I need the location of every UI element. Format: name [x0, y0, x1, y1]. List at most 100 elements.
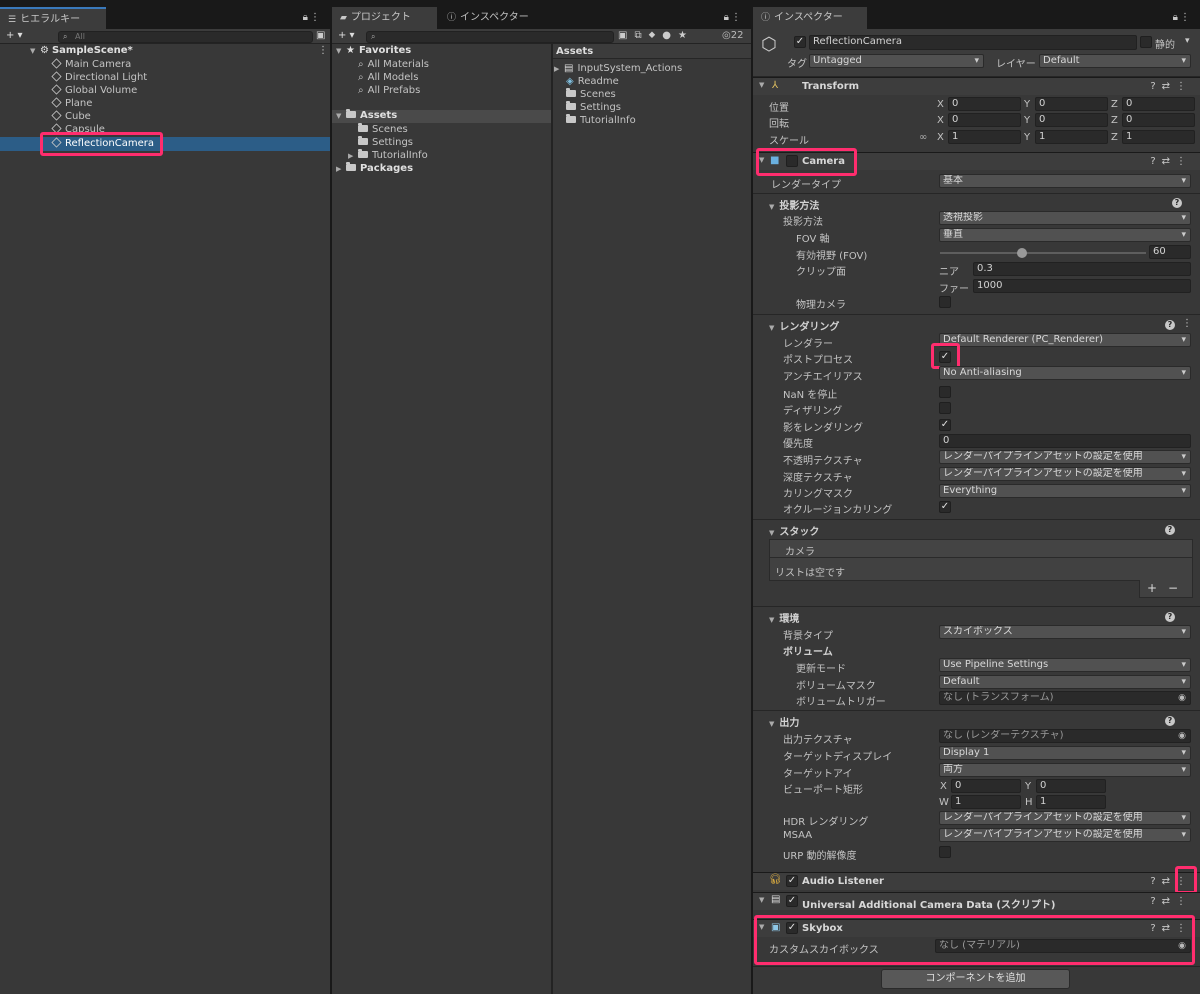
output-texture-field[interactable]: なし (レンダーテクスチャ) [939, 729, 1191, 743]
project-toolbar-icons[interactable]: ▣⧉⬥●★ [618, 30, 694, 41]
hidden-packages-count[interactable]: ◎22 [722, 30, 743, 41]
additional-camera-data-header[interactable]: ▼ ▤ ✓ Universal Additional Camera Data (… [753, 892, 1200, 911]
content-item-settings[interactable]: Settings [566, 101, 621, 113]
dynamic-resolution-checkbox[interactable] [939, 846, 951, 858]
stop-nan-checkbox[interactable] [939, 386, 951, 398]
opaque-texture-dropdown[interactable]: レンダーパイプラインアセットの設定を使用 [939, 450, 1191, 464]
position-z-field[interactable]: 0 [1122, 97, 1195, 111]
rotation-x-field[interactable]: 0 [948, 113, 1021, 127]
stack-section-header[interactable]: ▼ スタック [769, 523, 819, 538]
far-field[interactable]: 1000 [973, 279, 1191, 293]
help-icon[interactable]: ? [1165, 612, 1175, 622]
help-icon[interactable]: ? [1165, 320, 1175, 330]
viewport-x-field[interactable]: 0 [951, 779, 1021, 793]
content-item-scenes[interactable]: Scenes [566, 88, 616, 100]
rendering-section-header[interactable]: ▼ レンダリング [769, 318, 839, 333]
help-icon[interactable]: ? [1172, 198, 1182, 208]
tag-dropdown[interactable]: Untagged [809, 54, 984, 68]
audio-listener-header[interactable]: 🎧︎ ✓ Audio Listener ?⇄⋮ [753, 872, 1200, 890]
add-asset-button[interactable]: + ▾ [338, 30, 355, 41]
tree-favorite-item[interactable]: ⌕ All Models [358, 72, 418, 83]
viewport-w-field[interactable]: 1 [951, 795, 1021, 809]
hierarchy-item-global-volume[interactable]: Global Volume [51, 84, 137, 96]
lock-and-menu-icon[interactable]: 🔒︎⋮ [1173, 12, 1192, 23]
volume-mask-dropdown[interactable]: Default [939, 675, 1191, 689]
foldout-arrow-icon[interactable]: ▼ [759, 81, 764, 89]
priority-field[interactable]: 0 [939, 434, 1191, 448]
projection-dropdown[interactable]: 透視投影 [939, 211, 1191, 225]
stack-add-button[interactable]: + [1147, 581, 1157, 595]
tab-project[interactable]: ▰ プロジェクト [332, 7, 437, 29]
collapse-arrow-icon[interactable]: ▶ [348, 152, 358, 160]
expand-arrow-icon[interactable]: ▼ [30, 47, 40, 55]
scene-menu-icon[interactable]: ⋮ [318, 45, 328, 56]
static-checkbox[interactable] [1140, 36, 1152, 48]
tab-inspector-secondary[interactable]: ⓘ インスペクター [439, 7, 537, 29]
project-search-input[interactable]: ⌕ [366, 31, 614, 43]
tree-favorite-item[interactable]: ⌕ All Prefabs [358, 85, 420, 96]
add-button[interactable]: + ▾ [6, 30, 23, 41]
tree-assets[interactable]: ▼ Assets [336, 109, 397, 121]
tree-favorite-item[interactable]: ⌕ All Materials [358, 59, 429, 70]
content-breadcrumb[interactable]: Assets [556, 46, 593, 57]
fov-axis-dropdown[interactable]: 垂直 [939, 228, 1191, 242]
add-component-button[interactable]: コンポーネントを追加 [881, 969, 1070, 989]
background-type-dropdown[interactable]: スカイボックス [939, 625, 1191, 639]
hierarchy-item-directional-light[interactable]: Directional Light [51, 71, 147, 83]
content-item-readme[interactable]: ◈ Readme [566, 76, 619, 87]
link-icon[interactable]: ∞ [919, 132, 927, 143]
fov-slider-handle[interactable] [1017, 248, 1028, 258]
environment-section-header[interactable]: ▼ 環境 [769, 610, 799, 625]
depth-texture-dropdown[interactable]: レンダーパイプラインアセットの設定を使用 [939, 467, 1191, 481]
audio-listener-enabled-checkbox[interactable]: ✓ [786, 875, 798, 887]
foldout-arrow-icon[interactable]: ▼ [769, 529, 774, 537]
help-icon[interactable]: ? [1165, 716, 1175, 726]
help-icon[interactable]: ? [1165, 525, 1175, 535]
scale-y-field[interactable]: 1 [1035, 130, 1108, 144]
renderer-dropdown[interactable]: Default Renderer (PC_Renderer) [939, 333, 1191, 347]
tree-folder-settings[interactable]: Settings [358, 136, 413, 148]
gameobject-name-field[interactable]: ReflectionCamera [809, 35, 1137, 50]
content-item-tutorialinfo[interactable]: TutorialInfo [566, 114, 636, 126]
position-x-field[interactable]: 0 [948, 97, 1021, 111]
dithering-checkbox[interactable] [939, 402, 951, 414]
occlusion-culling-checkbox[interactable]: ✓ [939, 501, 951, 513]
hierarchy-item-plane[interactable]: Plane [51, 97, 92, 109]
msaa-dropdown[interactable]: レンダーパイプラインアセットの設定を使用 [939, 828, 1191, 842]
rotation-z-field[interactable]: 0 [1122, 113, 1195, 127]
rotation-y-field[interactable]: 0 [1035, 113, 1108, 127]
foldout-arrow-icon[interactable]: ▼ [769, 616, 774, 624]
search-options-icon[interactable]: ▣ [316, 30, 325, 41]
near-field[interactable]: 0.3 [973, 262, 1191, 276]
additional-data-enabled-checkbox[interactable]: ✓ [786, 895, 798, 907]
tree-packages[interactable]: ▶ Packages [336, 162, 413, 174]
hierarchy-item-cube[interactable]: Cube [51, 110, 91, 122]
scale-x-field[interactable]: 1 [948, 130, 1021, 144]
expand-arrow-icon[interactable]: ▼ [336, 112, 346, 120]
viewport-h-field[interactable]: 1 [1036, 795, 1106, 809]
tab-hierarchy[interactable]: ☰ ヒエラルキー [0, 7, 106, 29]
collapse-arrow-icon[interactable]: ▶ [554, 65, 564, 73]
update-mode-dropdown[interactable]: Use Pipeline Settings [939, 658, 1191, 672]
culling-mask-dropdown[interactable]: Everything [939, 484, 1191, 498]
foldout-arrow-icon[interactable]: ▼ [759, 896, 764, 904]
foldout-arrow-icon[interactable]: ▼ [769, 720, 774, 728]
tab-inspector[interactable]: ⓘ インスペクター [753, 7, 867, 29]
fov-value-field[interactable]: 60 [1149, 245, 1191, 259]
lock-and-menu-icon[interactable]: 🔒︎⋮ [303, 12, 322, 23]
component-controls-icon[interactable]: ?⇄⋮ [1150, 896, 1192, 907]
component-controls-icon[interactable]: ?⇄⋮ [1150, 81, 1192, 92]
hierarchy-search-input[interactable]: ⌕ All [58, 31, 313, 43]
hdr-rendering-dropdown[interactable]: レンダーパイプラインアセットの設定を使用 [939, 811, 1191, 825]
hierarchy-item-main-camera[interactable]: Main Camera [51, 58, 131, 70]
render-type-dropdown[interactable]: 基本 [939, 174, 1191, 188]
physical-camera-checkbox[interactable] [939, 296, 951, 308]
output-section-header[interactable]: ▼ 出力 [769, 714, 799, 729]
target-display-dropdown[interactable]: Display 1 [939, 746, 1191, 760]
tree-folder-tutorialinfo[interactable]: ▶ TutorialInfo [348, 149, 428, 161]
tree-folder-scenes[interactable]: Scenes [358, 123, 408, 135]
viewport-y-field[interactable]: 0 [1036, 779, 1106, 793]
fov-slider-track[interactable] [940, 252, 1146, 254]
component-controls-icon[interactable]: ?⇄⋮ [1150, 156, 1192, 167]
volume-trigger-field[interactable]: なし (トランスフォーム) [939, 691, 1191, 705]
